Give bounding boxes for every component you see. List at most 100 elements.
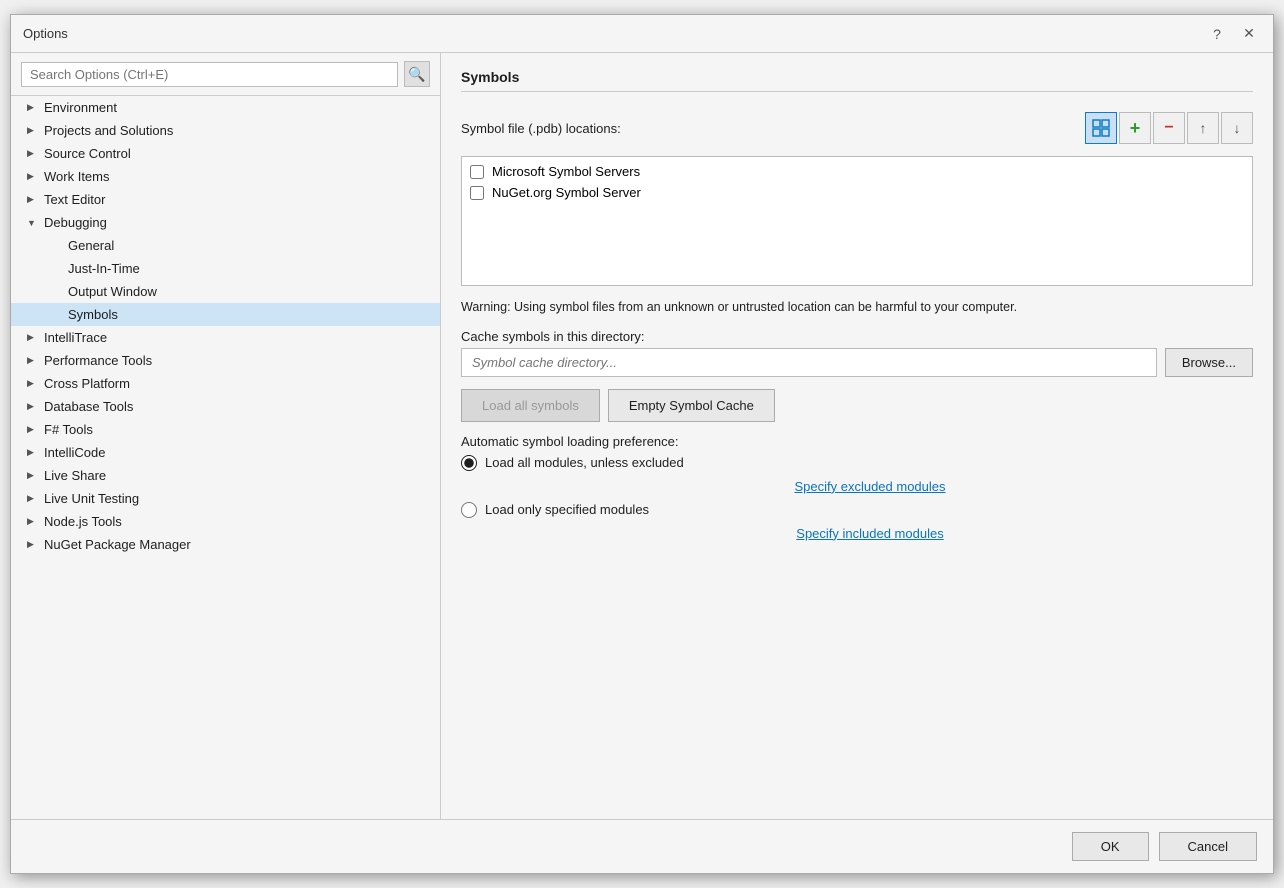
location-checkbox-ms-symbol-servers[interactable] (470, 165, 484, 179)
locations-label: Symbol file (.pdb) locations: (461, 121, 621, 136)
tree-label-performance-tools: Performance Tools (44, 353, 152, 368)
tree-arrow-work-items: ▶ (27, 171, 39, 182)
radio-load-specified-input[interactable] (461, 502, 477, 518)
tree-item-projects-solutions[interactable]: ▶ Projects and Solutions (11, 119, 440, 142)
tree-arrow-database-tools: ▶ (27, 401, 39, 412)
cache-row: Browse... (461, 348, 1253, 377)
tree-arrow-projects-solutions: ▶ (27, 125, 39, 136)
location-label-nuget-symbol-server: NuGet.org Symbol Server (492, 185, 641, 200)
search-button[interactable]: 🔍 (404, 61, 430, 87)
tree-item-fsharp-tools[interactable]: ▶ F# Tools (11, 418, 440, 441)
location-item-nuget-symbol-server[interactable]: NuGet.org Symbol Server (462, 182, 1252, 203)
tree-label-projects-solutions: Projects and Solutions (44, 123, 173, 138)
add-button[interactable]: + (1119, 112, 1151, 144)
tree-label-database-tools: Database Tools (44, 399, 133, 414)
specify-excluded-link[interactable]: Specify excluded modules (487, 477, 1253, 496)
radio-load-specified: Load only specified modules (461, 502, 1253, 518)
plus-icon: + (1130, 118, 1141, 139)
dialog-footer: OK Cancel (11, 819, 1273, 873)
cache-label: Cache symbols in this directory: (461, 329, 1253, 344)
help-button[interactable]: ? (1205, 22, 1229, 46)
tree-item-environment[interactable]: ▶ Environment (11, 96, 440, 119)
tree-arrow-live-share: ▶ (27, 470, 39, 481)
tree-label-text-editor: Text Editor (44, 192, 105, 207)
radio-load-all-label: Load all modules, unless excluded (485, 455, 684, 470)
cache-directory-input[interactable] (461, 348, 1157, 377)
tree-label-source-control: Source Control (44, 146, 131, 161)
tree-item-intellicode[interactable]: ▶IntelliCode (11, 441, 440, 464)
tree-label-nuget: NuGet Package Manager (44, 537, 191, 552)
toolbar-buttons: + − ↑ ↓ (1085, 112, 1253, 144)
titlebar-controls: ? ✕ (1205, 22, 1261, 46)
tree-item-nodejs-tools[interactable]: ▶ Node.js Tools (11, 510, 440, 533)
tree-item-debugging[interactable]: ▼ Debugging (11, 211, 440, 234)
tree-item-intellitrace[interactable]: ▶IntelliTrace (11, 326, 440, 349)
ok-button[interactable]: OK (1072, 832, 1149, 861)
tree-arrow-fsharp-tools: ▶ (27, 424, 39, 435)
specify-included-link[interactable]: Specify included modules (487, 524, 1253, 543)
cancel-button[interactable]: Cancel (1159, 832, 1257, 861)
tree-item-nuget[interactable]: ▶ NuGet Package Manager (11, 533, 440, 556)
tree-label-symbols: Symbols (68, 307, 118, 322)
tree-label-debugging: Debugging (44, 215, 107, 230)
tree-arrow-nuget: ▶ (27, 539, 39, 550)
tree-item-cross-platform[interactable]: ▶ Cross Platform (11, 372, 440, 395)
tree-label-output-window: Output Window (68, 284, 157, 299)
tree-arrow-environment: ▶ (27, 102, 39, 113)
load-icon (1092, 119, 1110, 137)
tree-arrow-source-control: ▶ (27, 148, 39, 159)
tree-item-text-editor[interactable]: ▶ Text Editor (11, 188, 440, 211)
radio-load-specified-label: Load only specified modules (485, 502, 649, 517)
tree-item-source-control[interactable]: ▶ Source Control (11, 142, 440, 165)
browse-button[interactable]: Browse... (1165, 348, 1253, 377)
tree-item-general[interactable]: General (11, 234, 440, 257)
location-checkbox-nuget-symbol-server[interactable] (470, 186, 484, 200)
action-buttons: Load all symbols Empty Symbol Cache (461, 389, 1253, 422)
tree-label-work-items: Work Items (44, 169, 110, 184)
move-down-button[interactable]: ↓ (1221, 112, 1253, 144)
remove-button[interactable]: − (1153, 112, 1185, 144)
locations-list: Microsoft Symbol Servers NuGet.org Symbol… (461, 156, 1253, 286)
tree-item-live-share[interactable]: ▶ Live Share (11, 464, 440, 487)
tree-label-environment: Environment (44, 100, 117, 115)
load-icon-button[interactable] (1085, 112, 1117, 144)
down-arrow-icon: ↓ (1234, 120, 1241, 136)
location-label-ms-symbol-servers: Microsoft Symbol Servers (492, 164, 640, 179)
tree-arrow-performance-tools: ▶ (27, 355, 39, 366)
tree-label-general: General (68, 238, 114, 253)
left-panel-inner: ▶ Environment ▶ Projects and Solutions ▶ Sour… (11, 96, 440, 819)
tree-label-intellicode: IntelliCode (44, 445, 105, 460)
radio-load-all-input[interactable] (461, 455, 477, 471)
search-input[interactable] (21, 62, 398, 87)
search-box: 🔍 (11, 53, 440, 96)
warning-text: Warning: Using symbol files from an unkn… (461, 298, 1253, 317)
dialog-title: Options (23, 26, 68, 41)
tree-item-output-window[interactable]: Output Window (11, 280, 440, 303)
tree-item-just-in-time[interactable]: Just-In-Time (11, 257, 440, 280)
tree-arrow-text-editor: ▶ (27, 194, 39, 205)
tree-item-work-items[interactable]: ▶ Work Items (11, 165, 440, 188)
close-button[interactable]: ✕ (1237, 22, 1261, 46)
tree-label-live-share: Live Share (44, 468, 106, 483)
tree-item-live-unit[interactable]: ▶Live Unit Testing (11, 487, 440, 510)
minus-icon: − (1164, 119, 1173, 137)
tree-arrow-intellitrace: ▶ (27, 332, 39, 343)
left-panel: 🔍 ▶ Environment ▶ Projects and Solutions ▶ So… (11, 53, 441, 819)
tree-label-nodejs-tools: Node.js Tools (44, 514, 122, 529)
location-item-ms-symbol-servers[interactable]: Microsoft Symbol Servers (462, 161, 1252, 182)
tree-label-fsharp-tools: F# Tools (44, 422, 93, 437)
move-up-button[interactable]: ↑ (1187, 112, 1219, 144)
cache-section: Cache symbols in this directory: Browse.… (461, 329, 1253, 377)
tree-item-performance-tools[interactable]: ▶ Performance Tools (11, 349, 440, 372)
tree-label-live-unit: Live Unit Testing (44, 491, 139, 506)
titlebar: Options ? ✕ (11, 15, 1273, 53)
tree-item-symbols[interactable]: Symbols (11, 303, 440, 326)
tree-arrow-cross-platform: ▶ (27, 378, 39, 389)
tree-item-database-tools[interactable]: ▶ Database Tools (11, 395, 440, 418)
radio-group: Load all modules, unless excluded Specif… (461, 455, 1253, 543)
tree-arrow-nodejs-tools: ▶ (27, 516, 39, 527)
load-all-symbols-button[interactable]: Load all symbols (461, 389, 600, 422)
tree-label-cross-platform: Cross Platform (44, 376, 130, 391)
empty-symbol-cache-button[interactable]: Empty Symbol Cache (608, 389, 775, 422)
tree-arrow-debugging: ▼ (27, 218, 39, 228)
